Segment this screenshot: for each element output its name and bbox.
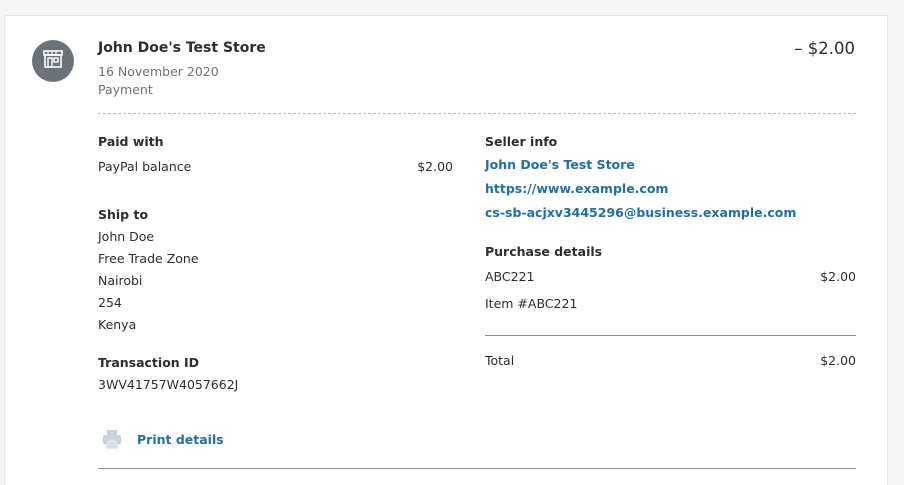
total-divider bbox=[485, 335, 856, 336]
seller-website-link[interactable]: https://www.example.com bbox=[485, 181, 668, 196]
seller-info-label: Seller info bbox=[485, 134, 558, 149]
payment-method-amount: $2.00 bbox=[417, 159, 453, 174]
store-icon bbox=[41, 47, 65, 75]
seller-email-link[interactable]: cs-sb-acjxv3445296@business.example.com bbox=[485, 205, 796, 220]
payment-method: PayPal balance bbox=[98, 159, 192, 174]
printer-icon[interactable] bbox=[101, 428, 123, 450]
transaction-date: 16 November 2020 bbox=[98, 64, 219, 79]
ship-to-address: Free Trade Zone bbox=[98, 251, 199, 266]
ship-to-country: Kenya bbox=[98, 317, 137, 332]
transaction-id-label: Transaction ID bbox=[98, 355, 200, 370]
merchant-avatar bbox=[32, 40, 74, 82]
ship-to-label: Ship to bbox=[98, 207, 149, 222]
transaction-amount: – $2.00 bbox=[794, 39, 855, 58]
purchase-item-number: Item #ABC221 bbox=[485, 296, 578, 311]
total-label: Total bbox=[485, 353, 515, 368]
ship-to-name: John Doe bbox=[98, 229, 155, 244]
purchase-item-name: ABC221 bbox=[485, 269, 535, 284]
ship-to-city: Nairobi bbox=[98, 273, 143, 288]
transaction-id: 3WV41757W4057662J bbox=[98, 377, 239, 392]
footer-divider bbox=[98, 468, 856, 469]
paid-with-label: Paid with bbox=[98, 134, 164, 149]
ship-to-postal: 254 bbox=[98, 295, 122, 310]
purchase-details-label: Purchase details bbox=[485, 244, 603, 259]
merchant-name: John Doe's Test Store bbox=[98, 40, 266, 56]
transaction-details-card: John Doe's Test Store 16 November 2020 P… bbox=[4, 15, 888, 485]
print-details-link[interactable]: Print details bbox=[137, 432, 224, 447]
total-amount: $2.00 bbox=[820, 353, 856, 368]
seller-name-link[interactable]: John Doe's Test Store bbox=[485, 157, 635, 172]
header-divider bbox=[98, 113, 856, 114]
purchase-item-amount: $2.00 bbox=[820, 269, 856, 284]
transaction-type: Payment bbox=[98, 82, 153, 97]
